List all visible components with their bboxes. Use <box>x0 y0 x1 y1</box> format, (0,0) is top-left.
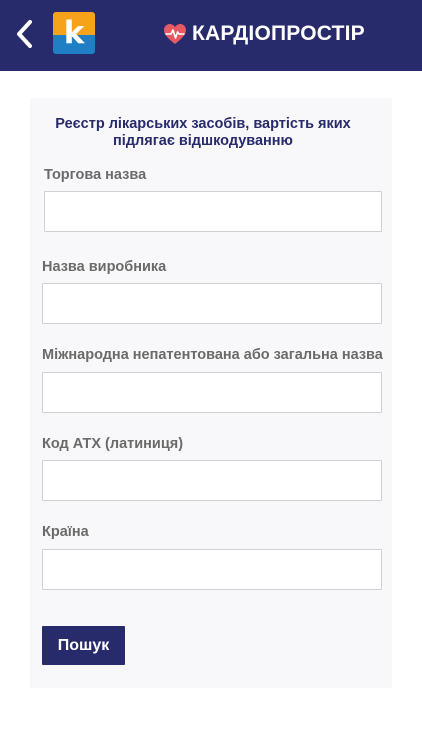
app-logo[interactable]: k <box>53 12 95 54</box>
brand-name: КАРДІОПРОСТІР <box>192 22 365 45</box>
heart-pulse-icon <box>164 24 186 44</box>
search-button[interactable]: Пошук <box>42 626 125 665</box>
chevron-left-icon <box>17 20 32 48</box>
field-label-trade-name: Торгова назва <box>44 167 147 183</box>
field-label-inn: Міжнародна непатентована або загальна на… <box>42 347 383 363</box>
brand: КАРДІОПРОСТІР <box>163 20 365 48</box>
form-title: Реєстр лікарських засобів, вартість яких… <box>55 116 351 149</box>
field-label-manufacturer: Назва виробника <box>42 259 167 275</box>
country-input[interactable] <box>42 549 382 590</box>
atc-code-input[interactable] <box>42 460 382 501</box>
trade-name-input[interactable] <box>44 191 382 232</box>
inn-input[interactable] <box>42 372 382 413</box>
back-button[interactable] <box>9 17 39 51</box>
field-label-country: Країна <box>42 524 89 540</box>
app-screen: k КАРДІОПРОСТІР Реєстр лікарських засобі… <box>0 0 422 750</box>
field-label-atc-code: Код АТХ (латиниця) <box>42 436 184 452</box>
logo-letter: k <box>63 14 85 51</box>
manufacturer-input[interactable] <box>42 283 382 324</box>
app-header: k КАРДІОПРОСТІР <box>0 0 422 71</box>
